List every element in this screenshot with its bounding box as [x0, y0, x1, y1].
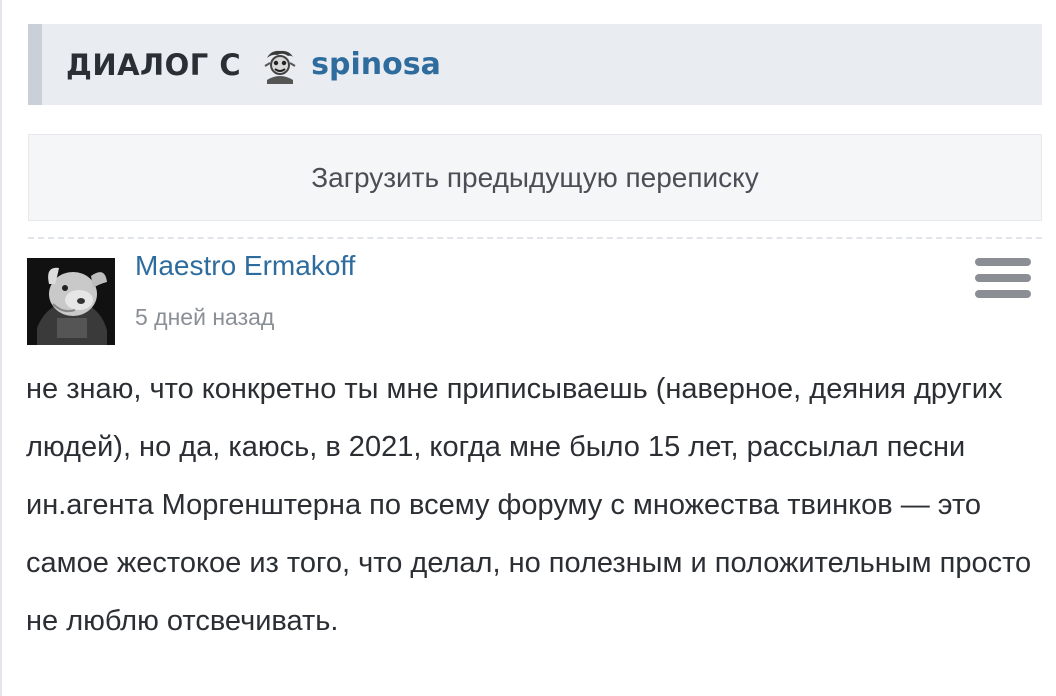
message-timestamp: 5 дней назад	[135, 304, 275, 330]
dialog-username-link[interactable]: spinosa	[311, 47, 441, 82]
dialog-header: ДИАЛОГ С spinosa	[28, 24, 1042, 105]
dialog-page: ДИАЛОГ С spinosa Загрузить предыдущую пе…	[0, 0, 1056, 696]
left-border	[0, 0, 2, 696]
message-author-link[interactable]: Maestro Ermakoff	[135, 250, 355, 282]
dashed-divider	[28, 237, 1042, 239]
load-previous-button[interactable]: Загрузить предыдущую переписку	[28, 134, 1042, 221]
menu-bar	[975, 258, 1031, 266]
hamburger-menu-icon[interactable]	[975, 258, 1031, 300]
load-previous-label: Загрузить предыдущую переписку	[311, 161, 759, 193]
menu-bar	[975, 290, 1031, 298]
menu-bar	[975, 274, 1031, 282]
message-body: не знаю, что конкретно ты мне приписывае…	[26, 373, 1032, 637]
user-avatar-icon[interactable]	[261, 45, 300, 84]
author-avatar[interactable]	[27, 258, 115, 345]
dialog-title: ДИАЛОГ С	[66, 47, 242, 82]
